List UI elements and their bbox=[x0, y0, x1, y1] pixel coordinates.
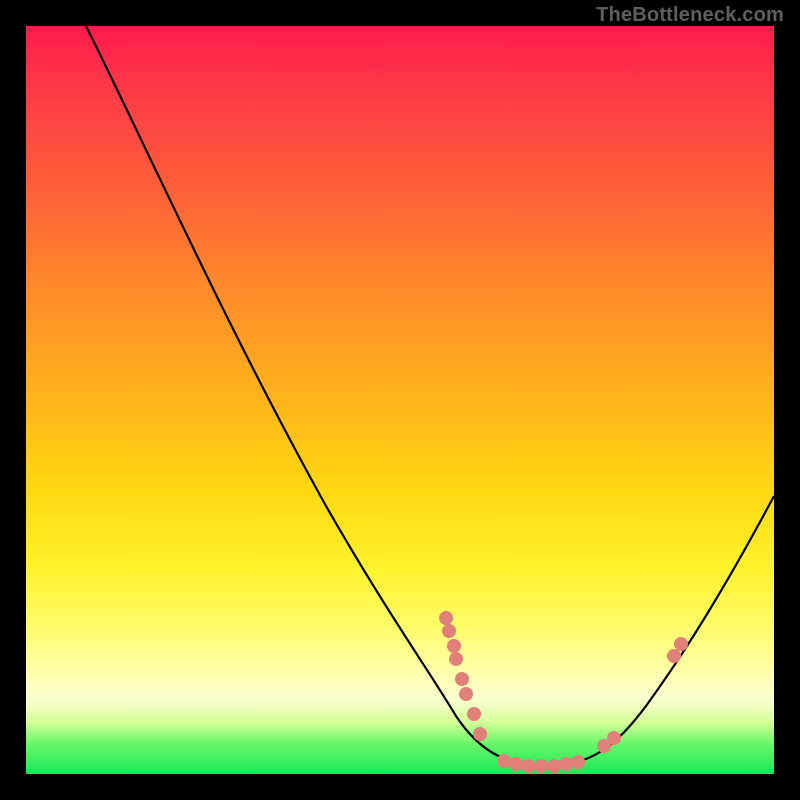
watermark-text: TheBottleneck.com bbox=[596, 4, 784, 27]
data-point bbox=[547, 759, 561, 773]
bottleneck-curve bbox=[26, 26, 774, 774]
data-point bbox=[571, 755, 585, 769]
data-point bbox=[449, 652, 463, 666]
data-point bbox=[674, 637, 688, 651]
data-point bbox=[667, 649, 681, 663]
data-point bbox=[497, 754, 511, 768]
data-point bbox=[439, 611, 453, 625]
data-point bbox=[447, 639, 461, 653]
data-point bbox=[534, 759, 548, 773]
plot-area bbox=[26, 26, 774, 774]
data-point bbox=[559, 757, 573, 771]
data-point bbox=[473, 727, 487, 741]
data-point bbox=[509, 757, 523, 771]
data-point bbox=[455, 672, 469, 686]
data-point bbox=[467, 707, 481, 721]
data-point bbox=[607, 731, 621, 745]
data-point bbox=[459, 687, 473, 701]
data-point bbox=[442, 624, 456, 638]
data-point bbox=[521, 759, 535, 773]
chart-container: TheBottleneck.com bbox=[0, 0, 800, 800]
